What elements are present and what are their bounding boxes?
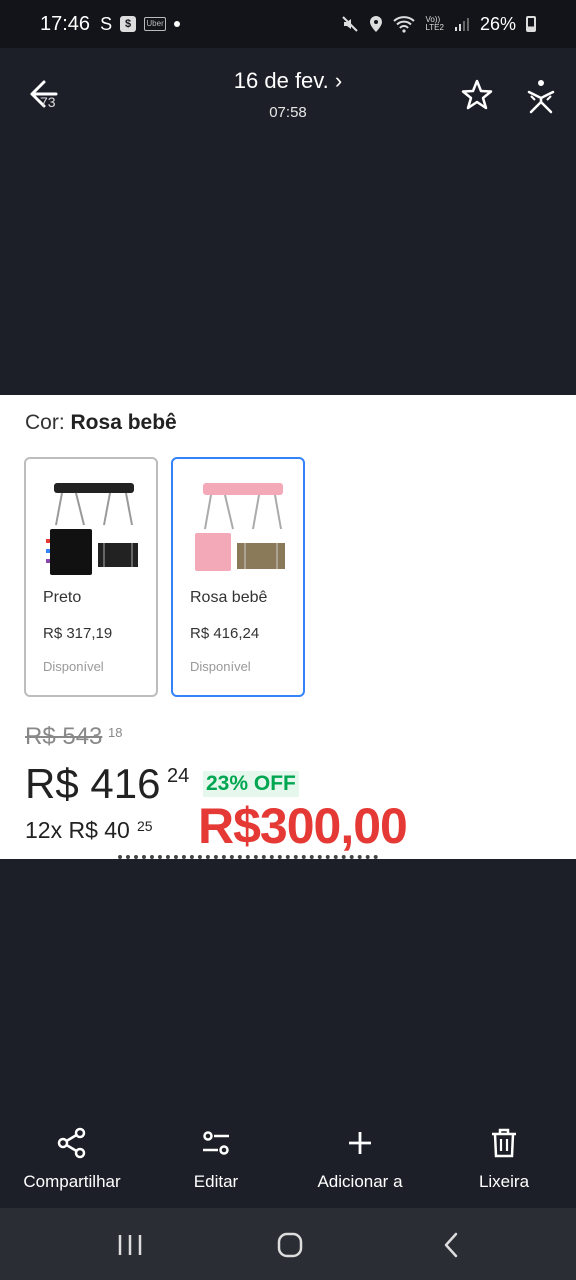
battery-percent: 26% — [479, 13, 516, 34]
share-label: Compartilhar — [23, 1172, 121, 1191]
share-icon — [57, 1127, 86, 1159]
viewer-top-bar: 73 16 de fev. › 07:58 — [0, 48, 576, 128]
color-prefix: Cor: — [25, 411, 71, 434]
remaster-icon[interactable] — [525, 78, 557, 116]
variant-name: Rosa bebê — [190, 589, 268, 606]
add-to-button[interactable]: Adicionar a — [288, 1112, 432, 1208]
plus-icon — [349, 1132, 371, 1154]
old-price-cents: 18 — [108, 725, 123, 740]
trash-label: Lixeira — [478, 1172, 530, 1191]
dot-icon — [174, 21, 181, 27]
photo-image[interactable]: Cor: Rosa bebê Preto R$ 317,19 Disponíve… — [0, 395, 576, 859]
add-to-label: Adicionar a — [317, 1172, 403, 1191]
variant-price: R$ 416,24 — [190, 625, 260, 642]
variant-status: Disponível — [190, 659, 251, 674]
trash-button[interactable]: Lixeira — [432, 1112, 576, 1208]
edit-label: Editar — [193, 1172, 239, 1191]
location-icon — [370, 16, 383, 32]
trash-icon — [492, 1128, 516, 1158]
variant-name: Preto — [43, 589, 82, 606]
s-icon: S — [100, 13, 113, 34]
black-table-thumbnail — [46, 483, 138, 575]
variant-price: R$ 317,19 — [43, 625, 113, 642]
color-value: Rosa bebê — [70, 411, 177, 434]
pink-table-thumbnail — [195, 483, 285, 571]
current-price: R$ 416 — [25, 760, 161, 807]
status-time: 17:46 — [40, 12, 91, 35]
variant-status: Disponível — [43, 659, 104, 674]
current-price-cents: 24 — [167, 765, 190, 787]
battery-icon — [526, 16, 536, 32]
edit-button[interactable]: Editar — [144, 1112, 288, 1208]
uber-icon: Uber — [144, 17, 167, 31]
share-button[interactable]: Compartilhar — [0, 1112, 144, 1208]
favorite-star-icon[interactable] — [460, 78, 494, 112]
home-icon[interactable] — [270, 1230, 310, 1260]
cropped-text-line — [118, 851, 418, 859]
mute-icon — [342, 16, 359, 32]
overlay-price-annotation: R$300,00 — [198, 798, 408, 854]
back-icon[interactable] — [432, 1230, 472, 1260]
volte-icon: Vo)) LTE2 — [425, 15, 444, 32]
color-label: Cor: Rosa bebê — [25, 411, 177, 435]
installments: 12x R$ 40 — [25, 817, 130, 843]
installments-cents: 25 — [137, 818, 153, 834]
shop-icon: $ — [120, 16, 137, 32]
status-bar: 17:46 S $ Uber Vo)) LTE2 26% — [0, 0, 576, 48]
system-icons: Vo)) LTE2 26% — [341, 14, 536, 35]
recents-icon[interactable] — [110, 1230, 150, 1260]
notification-icons: S $ Uber — [100, 13, 181, 35]
discount-badge: 23% OFF — [203, 771, 299, 797]
old-price: R$ 543 — [25, 723, 103, 750]
variant-card-rosa: Rosa bebê R$ 416,24 Disponível — [171, 457, 305, 697]
edit-sliders-icon — [203, 1131, 229, 1155]
system-nav-bar — [0, 1208, 576, 1280]
signal-icon — [454, 18, 469, 31]
wifi-icon — [393, 16, 416, 33]
variant-card-preto: Preto R$ 317,19 Disponível — [24, 457, 158, 697]
photo-actions-bar: Compartilhar Editar Adicionar a Lixeira — [0, 1112, 576, 1208]
